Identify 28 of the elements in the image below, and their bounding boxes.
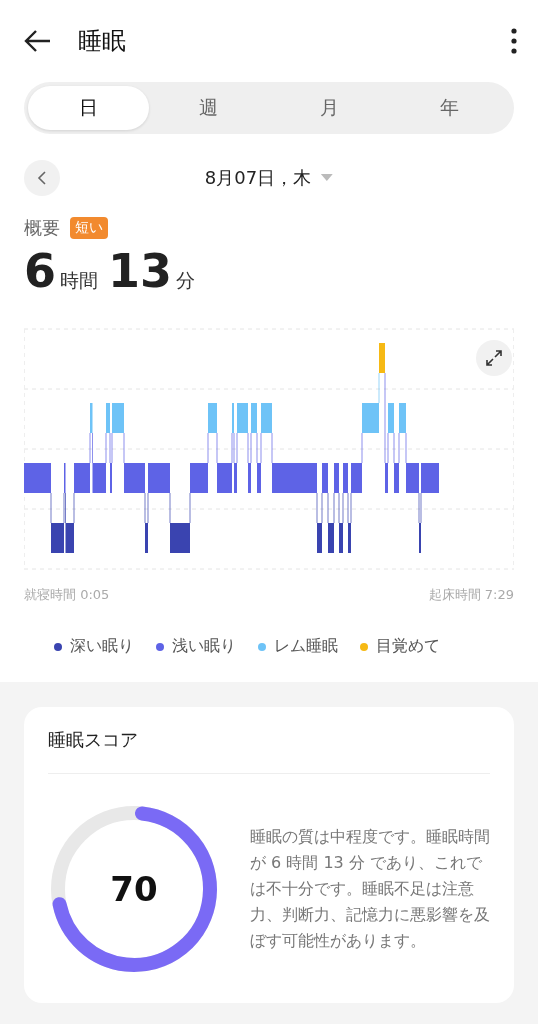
expand-icon [485,349,503,367]
score-value: 70 [110,868,158,909]
page-title: 睡眠 [78,26,127,57]
legend-label: 深い眠り [70,636,134,657]
bedtime-label: 就寝時間 0:05 [24,586,110,604]
chevron-left-icon [37,171,47,185]
score-description: 睡眠の質は中程度です。睡眠時間が 6 時間 13 分 であり、これでは不十分です。睡眠不足は注意力、判断力、記憶力に悪影響を及ぼす可能性があります。 [250,825,490,952]
date-selector[interactable]: 8月07日，木 [198,165,340,191]
hours-unit: 時間 [60,268,98,293]
minutes-value: 13 [108,244,173,298]
summary-label: 概要 [24,216,60,240]
legend-label: 浅い眠り [172,636,236,657]
duration-badge: 短い [70,217,108,239]
period-tab[interactable]: 月 [269,86,390,130]
legend-label: レム睡眠 [274,636,338,657]
period-tab[interactable]: 年 [389,86,510,130]
more-icon[interactable] [510,28,518,54]
previous-button[interactable] [24,160,60,196]
period-tab[interactable]: 日 [28,86,149,130]
legend-label: 目覚めて [376,636,440,657]
minutes-unit: 分 [176,268,196,293]
card-title: 睡眠スコア [48,707,490,774]
expand-button[interactable] [476,340,512,376]
period-tab[interactable]: 週 [148,86,269,130]
hours-value: 6 [24,244,56,298]
wake-time-label: 起床時間 7:29 [428,586,514,604]
dropdown-icon [321,174,334,182]
back-icon[interactable] [24,29,52,53]
